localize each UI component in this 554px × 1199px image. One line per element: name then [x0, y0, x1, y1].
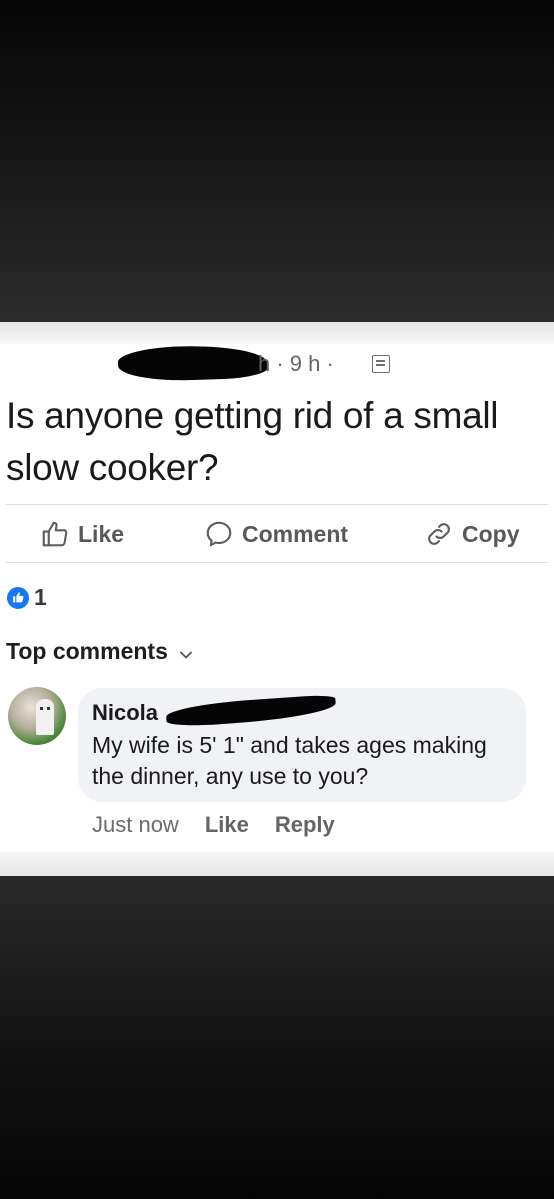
like-label: Like [78, 520, 125, 547]
comment-timestamp[interactable]: Just now [92, 812, 179, 838]
link-icon [424, 519, 454, 549]
avatar-figure [36, 699, 54, 735]
comment-button[interactable]: Comment [204, 514, 348, 554]
reaction-count: 1 [34, 584, 47, 610]
post-card: h · 9 h · Is anyone getting rid of a sma… [0, 322, 554, 876]
reaction-summary[interactable]: 1 [7, 584, 47, 611]
comment-actions: Just now Like Reply [92, 812, 335, 838]
comment-label: Comment [242, 520, 349, 547]
divider [6, 504, 548, 505]
comment-bubble: Nicola My wife is 5' 1" and takes ages m… [78, 688, 526, 802]
divider [6, 562, 548, 563]
chevron-down-icon [179, 638, 192, 665]
post-text: Is anyone getting rid of a small slow co… [6, 395, 499, 488]
post-header: h · 9 h · [117, 343, 418, 383]
redacted-surname [165, 694, 337, 728]
comment-author[interactable]: Nicola [92, 700, 158, 726]
speech-bubble-icon [204, 519, 234, 549]
copy-label: Copy [462, 520, 520, 547]
copy-button[interactable]: Copy [424, 514, 520, 554]
comment-text: My wife is 5' 1" and takes ages making t… [92, 732, 487, 789]
dark-background-bottom [0, 876, 554, 1199]
building-icon [372, 355, 390, 373]
dark-background-top [0, 0, 554, 322]
comment-sort-label: Top comments [6, 638, 168, 664]
card-top-edge [0, 322, 554, 344]
comment-like-button[interactable]: Like [205, 812, 249, 838]
thumbs-up-icon [7, 586, 29, 609]
redacted-author-name [117, 343, 269, 383]
post-timestamp[interactable]: h · 9 h · [258, 351, 334, 377]
comment-sort-dropdown[interactable]: Top comments [6, 638, 192, 665]
like-button[interactable]: Like [40, 514, 124, 554]
card-bottom-edge [0, 852, 554, 876]
thumbs-up-icon [40, 519, 70, 549]
comment-reply-button[interactable]: Reply [275, 812, 335, 838]
avatar[interactable] [8, 687, 66, 745]
